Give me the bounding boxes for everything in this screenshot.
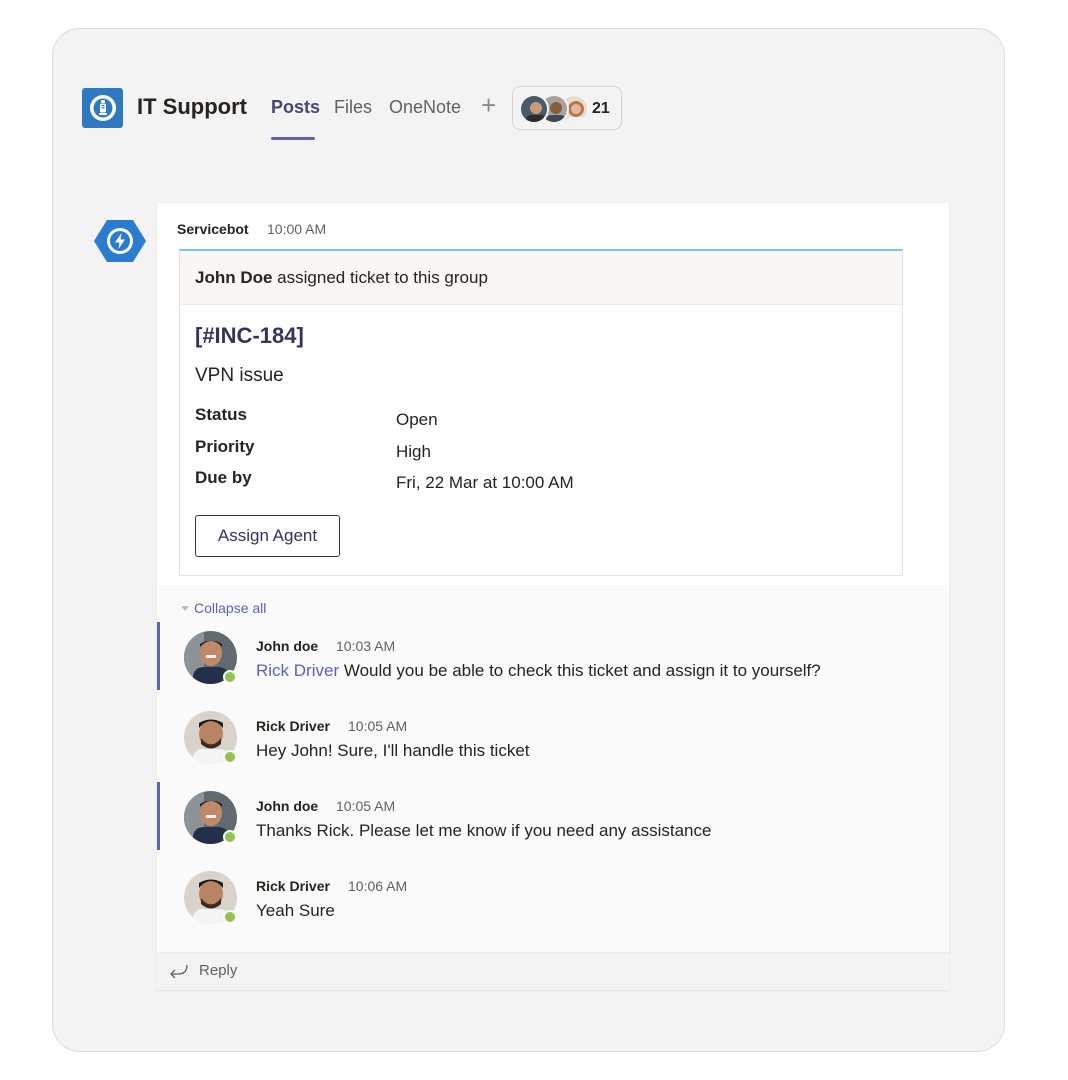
members-button[interactable]: 21 — [512, 86, 622, 130]
reply-bar: Reply — [157, 952, 949, 990]
fact-label-due-by: Due by — [195, 468, 252, 487]
reply-time: 10:05 AM — [348, 718, 408, 734]
reply-arrow-icon — [170, 964, 188, 978]
reply-message[interactable]: John doe 10:05 AM Thanks Rick. Please le… — [157, 782, 949, 850]
add-tab-plus-icon[interactable]: + — [481, 90, 496, 120]
fact-value-status: Open — [396, 410, 438, 429]
reply-time: 10:06 AM — [348, 878, 408, 894]
reply-author[interactable]: Rick Driver — [256, 718, 330, 734]
team-name: IT Support — [137, 94, 247, 119]
servicebot-avatar[interactable] — [93, 214, 147, 268]
member-count: 21 — [592, 100, 610, 117]
reply-thread: Collapse all John doe 10:03 AM Rick Driv… — [157, 585, 949, 990]
card-banner: John Doe assigned ticket to this group — [180, 251, 902, 305]
fact-value-priority: High — [396, 442, 431, 461]
team-logo-icon[interactable] — [82, 88, 123, 128]
fact-label-status: Status — [195, 405, 247, 424]
reply-label: Reply — [199, 962, 238, 979]
reply-text: Yeah Sure — [256, 901, 335, 920]
mention-rick-driver[interactable]: Rick Driver — [256, 661, 339, 680]
active-tab-indicator — [271, 137, 315, 140]
john-doe-avatar[interactable] — [184, 791, 237, 844]
mention-highlight-bar — [157, 782, 160, 850]
reply-button[interactable]: Reply — [169, 962, 237, 979]
ticket-id-link[interactable]: [#INC-184] — [195, 323, 304, 349]
reply-message[interactable]: Rick Driver 10:05 AM Hey John! Sure, I'l… — [157, 702, 949, 770]
member-avatar — [519, 94, 549, 124]
reply-message[interactable]: Rick Driver 10:06 AM Yeah Sure — [157, 862, 949, 930]
post-author[interactable]: Servicebot — [177, 221, 249, 237]
reply-text: Thanks Rick. Please let me know if you n… — [256, 821, 712, 840]
reply-text-body: Would you be able to check this ticket a… — [339, 661, 821, 680]
collapse-all-label: Collapse all — [194, 600, 267, 616]
reply-author[interactable]: Rick Driver — [256, 878, 330, 894]
rick-driver-avatar[interactable] — [184, 711, 237, 764]
fact-value-due-by: Fri, 22 Mar at 10:00 AM — [396, 473, 574, 492]
reply-message[interactable]: John doe 10:03 AM Rick Driver Would you … — [157, 622, 949, 690]
reply-time: 10:03 AM — [336, 638, 396, 654]
tab-files[interactable]: Files — [334, 97, 372, 118]
tab-onenote[interactable]: OneNote — [389, 97, 461, 118]
collapse-triangle-icon — [181, 605, 189, 611]
reply-text: Hey John! Sure, I'll handle this ticket — [256, 741, 530, 760]
rick-driver-avatar[interactable] — [184, 871, 237, 924]
tab-posts[interactable]: Posts — [271, 97, 320, 118]
reply-author[interactable]: John doe — [256, 798, 318, 814]
reply-author[interactable]: John doe — [256, 638, 318, 654]
reply-time: 10:05 AM — [336, 798, 396, 814]
post-card: Servicebot 10:00 AM John Doe assigned ti… — [157, 203, 949, 990]
collapse-all-button[interactable]: Collapse all — [181, 600, 266, 616]
ticket-title: VPN issue — [195, 365, 284, 386]
ticket-adaptive-card: John Doe assigned ticket to this group [… — [179, 249, 903, 576]
mention-highlight-bar — [157, 622, 160, 690]
john-doe-avatar[interactable] — [184, 631, 237, 684]
banner-actor: John Doe — [195, 268, 273, 287]
post-time: 10:00 AM — [267, 221, 327, 237]
assign-agent-button[interactable]: Assign Agent — [195, 515, 340, 557]
fact-label-priority: Priority — [195, 437, 255, 456]
banner-text: assigned ticket to this group — [272, 268, 488, 287]
reply-text: Rick Driver Would you be able to check t… — [256, 661, 821, 681]
